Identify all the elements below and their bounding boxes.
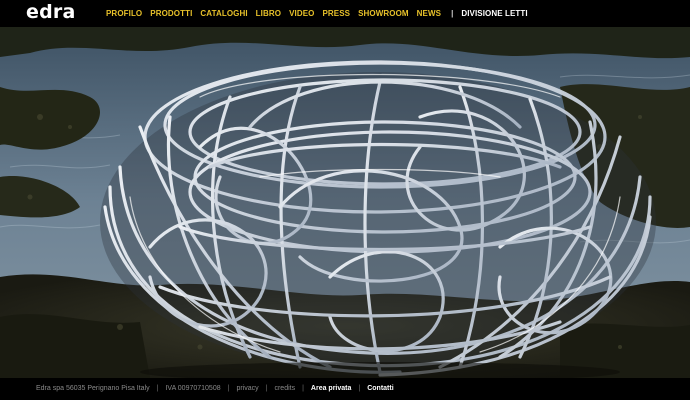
nav-item-video[interactable]: VIDEO <box>289 9 314 18</box>
nav-item-libro[interactable]: LIBRO <box>256 9 281 18</box>
footer-separator: | <box>358 385 361 392</box>
nav-item-news[interactable]: NEWS <box>417 9 441 18</box>
nav-item-divisione-letti[interactable]: DIVISIONE LETTI <box>461 9 527 18</box>
footer-links: Edra spa 56035 Perignano Pisa Italy | IV… <box>36 385 394 393</box>
credits-link[interactable]: credits <box>274 385 295 393</box>
contacts-link[interactable]: Contatti <box>367 385 393 393</box>
footer-separator: | <box>265 385 268 392</box>
nav-separator: | <box>451 9 454 18</box>
privacy-link[interactable]: privacy <box>236 385 258 393</box>
vat-number: IVA 00970710508 <box>165 385 221 392</box>
nav-item-showroom[interactable]: SHOWROOM <box>358 9 409 18</box>
nav-item-press[interactable]: PRESS <box>322 9 350 18</box>
main-nav: PROFILO PRODOTTI CATALOGHI LIBRO VIDEO P… <box>106 9 536 18</box>
company-address: Edra spa 56035 Perignano Pisa Italy <box>36 385 150 392</box>
nav-item-prodotti[interactable]: PRODOTTI <box>150 9 192 18</box>
private-area-link[interactable]: Area privata <box>311 385 351 393</box>
header: edra PROFILO PRODOTTI CATALOGHI LIBRO VI… <box>0 0 690 27</box>
footer-separator: | <box>227 385 230 392</box>
page: edra PROFILO PRODOTTI CATALOGHI LIBRO VI… <box>0 0 690 400</box>
footer-separator: | <box>302 385 304 392</box>
footer-separator: | <box>156 385 159 392</box>
armchair-photo-icon <box>0 27 690 378</box>
footer: Edra spa 56035 Perignano Pisa Italy | IV… <box>0 378 690 400</box>
nav-item-profilo[interactable]: PROFILO <box>106 9 142 18</box>
hero-image <box>0 27 690 378</box>
nav-item-cataloghi[interactable]: CATALOGHI <box>200 9 247 18</box>
edra-logo[interactable]: edra <box>26 1 75 23</box>
